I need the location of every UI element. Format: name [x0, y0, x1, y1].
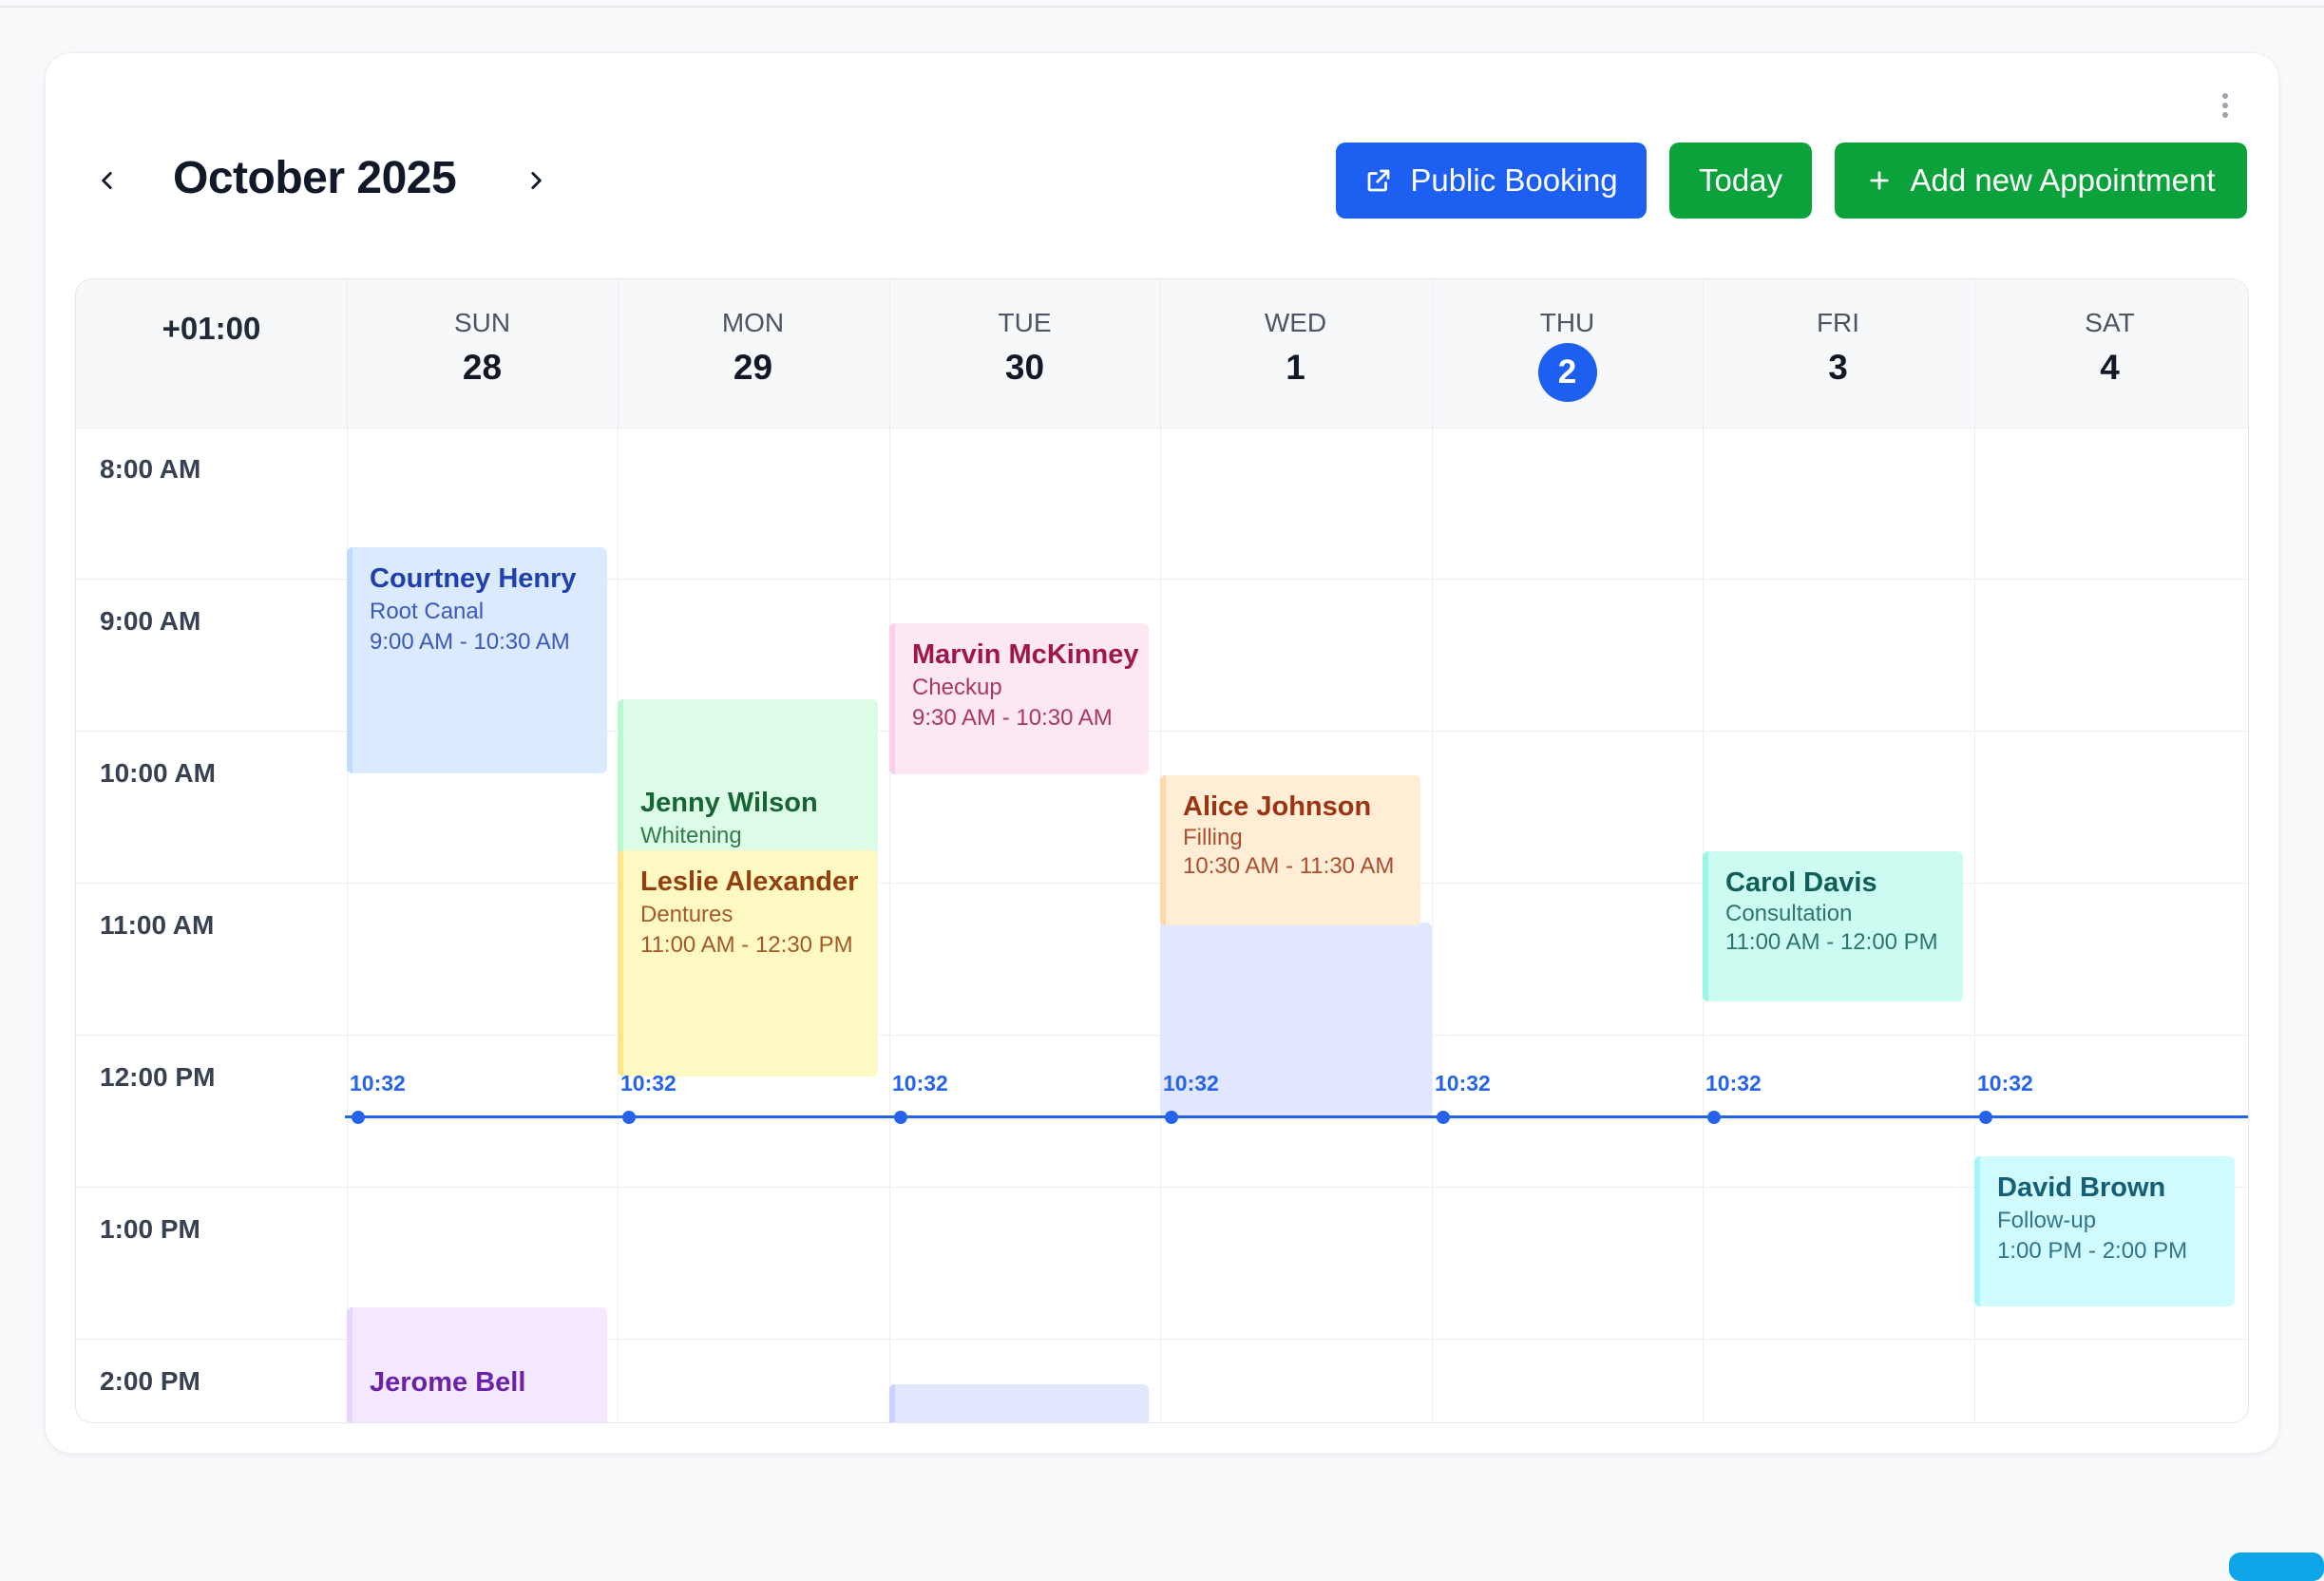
- prev-month-button[interactable]: [86, 160, 128, 201]
- public-booking-label: Public Booking: [1410, 162, 1618, 198]
- appointment-card[interactable]: Jerome Bell: [347, 1307, 607, 1422]
- day-number: 1: [1286, 348, 1305, 387]
- current-time-dot: [1437, 1111, 1450, 1124]
- current-time-label: 10:32: [620, 1071, 676, 1095]
- current-time-dot: [894, 1111, 907, 1124]
- appointment-time: 10:30 AM - 11:30 AM: [1183, 853, 1395, 879]
- plus-icon: [1870, 171, 1890, 190]
- day-name: TUE: [998, 308, 1052, 337]
- time-label: 9:00 AM: [100, 606, 201, 636]
- day-name: MON: [721, 308, 785, 337]
- current-time-dot: [1707, 1111, 1721, 1124]
- current-time-label: 10:32: [1705, 1071, 1762, 1095]
- page-title: October 2025: [173, 153, 457, 203]
- appointment-service: Dentures: [640, 902, 733, 927]
- today-button[interactable]: Today: [1669, 143, 1812, 219]
- day-number: 30: [1004, 348, 1045, 387]
- appointment-patient: Alice Johnson: [1183, 791, 1372, 822]
- appointment-card[interactable]: Carol Davis Consultation 11:00 AM - 12:0…: [1703, 851, 1963, 1001]
- current-time-label: 10:32: [1977, 1071, 2033, 1095]
- appointment-service: Consultation: [1725, 901, 1853, 926]
- column-divider: [1703, 279, 1704, 1422]
- current-time-dot: [622, 1111, 636, 1124]
- day-header-sun[interactable]: SUN 28: [347, 279, 618, 428]
- column-divider: [889, 279, 890, 1422]
- appointment-card[interactable]: David Brown Follow-up 1:00 PM - 2:00 PM: [1974, 1156, 2235, 1306]
- hour-divider: [76, 1187, 2248, 1188]
- day-name: FRI: [1816, 308, 1860, 337]
- appointment-patient: David Brown: [1997, 1172, 2166, 1203]
- current-time-label: 10:32: [1435, 1071, 1491, 1095]
- current-time-dot: [1165, 1111, 1178, 1124]
- appointment-card[interactable]: Courtney Henry Root Canal 9:00 AM - 10:3…: [347, 547, 607, 773]
- appointment-card[interactable]: Jenny Wilson Whitening: [618, 699, 878, 866]
- next-month-button[interactable]: [515, 160, 557, 201]
- column-divider: [347, 279, 348, 1422]
- day-name: SUN: [453, 308, 511, 337]
- appointment-patient: Courtney Henry: [370, 563, 577, 594]
- appointment-card[interactable]: [889, 1384, 1149, 1422]
- time-label: 12:00 PM: [100, 1062, 216, 1092]
- appointment-patient: Jerome Bell: [370, 1367, 526, 1398]
- appointment-patient: Carol Davis: [1725, 867, 1877, 898]
- timezone-label: +01:00: [162, 311, 261, 346]
- appointment-service: Filling: [1183, 825, 1243, 850]
- more-options-icon[interactable]: [2216, 91, 2235, 120]
- external-link-icon: [1367, 169, 1390, 192]
- day-header-thu[interactable]: THU 2: [1432, 279, 1703, 428]
- day-number: 4: [2100, 348, 2120, 387]
- chevron-left-icon: [102, 172, 112, 189]
- appointment-time: 1:00 PM - 2:00 PM: [1997, 1238, 2188, 1264]
- time-label: 11:00 AM: [100, 910, 215, 940]
- appointment-time: 9:30 AM - 10:30 AM: [912, 705, 1113, 731]
- appointment-card[interactable]: Marvin McKinney Checkup 9:30 AM - 10:30 …: [889, 623, 1149, 774]
- current-time-label: 10:32: [892, 1071, 948, 1095]
- appointment-time: 11:00 AM - 12:30 PM: [640, 932, 853, 958]
- week-grid: +01:00 SUN 28 MON 29 TUE 30 WED 1 THU 2 FRI 3 …: [75, 278, 2249, 1423]
- day-header-mon[interactable]: MON 29: [618, 279, 888, 428]
- add-appointment-button[interactable]: Add new Appointment: [1835, 143, 2247, 219]
- time-label: 10:00 AM: [100, 758, 216, 788]
- add-appointment-label: Add new Appointment: [1910, 162, 2216, 198]
- day-name: THU: [1539, 308, 1595, 337]
- appointment-time: 9:00 AM - 10:30 AM: [370, 629, 570, 655]
- today-day-number: 2: [1537, 343, 1597, 402]
- appointment-card[interactable]: Leslie Alexander Dentures 11:00 AM - 12:…: [618, 850, 878, 1076]
- day-header-wed[interactable]: WED 1: [1160, 279, 1431, 428]
- appointment-patient: Jenny Wilson: [640, 788, 818, 818]
- column-divider: [1432, 279, 1433, 1422]
- appointment-card[interactable]: Alice Johnson Filling 10:30 AM - 11:30 A…: [1160, 775, 1420, 925]
- appointment-service: Checkup: [912, 675, 1002, 700]
- appointment-patient: Leslie Alexander: [640, 867, 859, 897]
- time-label: 2:00 PM: [100, 1366, 200, 1396]
- public-booking-button[interactable]: Public Booking: [1336, 143, 1647, 219]
- day-number: 28: [462, 348, 503, 387]
- week-header: +01:00 SUN 28 MON 29 TUE 30 WED 1 THU 2 FRI 3 …: [76, 279, 2248, 429]
- time-label: 1:00 PM: [100, 1214, 200, 1244]
- top-border: [0, 0, 2324, 8]
- time-label: 8:00 AM: [100, 454, 201, 484]
- day-number: 3: [1828, 348, 1848, 387]
- appointment-service: Root Canal: [370, 599, 485, 624]
- day-name: WED: [1264, 308, 1327, 337]
- current-time-label: 10:32: [1163, 1071, 1219, 1095]
- current-time-dot: [352, 1111, 365, 1124]
- today-label: Today: [1698, 162, 1783, 198]
- current-time-label: 10:32: [350, 1071, 406, 1095]
- chevron-right-icon: [531, 172, 542, 189]
- appointment-service: Whitening: [640, 823, 742, 848]
- appointment-service: Follow-up: [1997, 1208, 2097, 1233]
- day-header-sat[interactable]: SAT 4: [1974, 279, 2245, 428]
- appointment-time: 11:00 AM - 12:00 PM: [1725, 929, 1938, 955]
- floating-action-button[interactable]: [2229, 1552, 2324, 1581]
- day-header-fri[interactable]: FRI 3: [1703, 279, 1973, 428]
- day-number: 29: [733, 348, 773, 387]
- appointment-patient: Marvin McKinney: [912, 639, 1139, 670]
- day-header-tue[interactable]: TUE 30: [889, 279, 1160, 428]
- current-time-dot: [1979, 1111, 1992, 1124]
- day-name: SAT: [2085, 308, 2135, 337]
